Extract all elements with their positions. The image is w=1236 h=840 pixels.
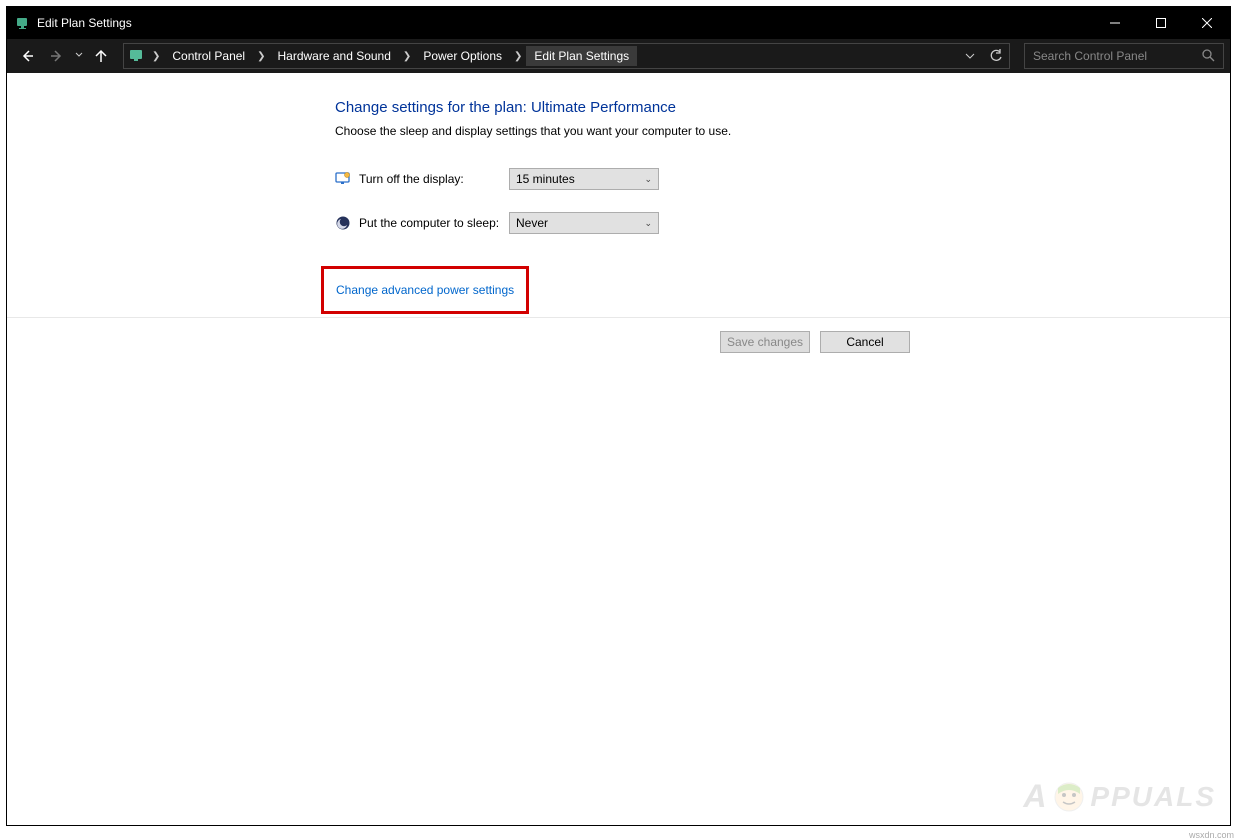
recent-locations-dropdown[interactable]: [73, 51, 85, 62]
maximize-button[interactable]: [1138, 7, 1184, 39]
turn-off-display-dropdown[interactable]: 15 minutes ⌄: [509, 168, 659, 190]
maximize-icon: [1156, 18, 1166, 28]
up-button[interactable]: [87, 42, 115, 70]
cancel-button[interactable]: Cancel: [820, 331, 910, 353]
refresh-button[interactable]: [983, 44, 1009, 68]
page-subtext: Choose the sleep and display settings th…: [335, 124, 1230, 138]
change-advanced-power-settings-link[interactable]: Change advanced power settings: [336, 283, 514, 297]
breadcrumb-edit-plan-settings[interactable]: Edit Plan Settings: [526, 46, 637, 66]
minimize-icon: [1110, 18, 1120, 28]
put-to-sleep-label: Put the computer to sleep:: [359, 216, 509, 230]
chevron-down-icon: ⌄: [644, 174, 652, 185]
search-icon: [1201, 48, 1215, 65]
content-area: Change settings for the plan: Ultimate P…: [7, 73, 1230, 825]
navbar: ❯ Control Panel ❯ Hardware and Sound ❯ P…: [7, 39, 1230, 73]
page-heading: Change settings for the plan: Ultimate P…: [335, 99, 1230, 116]
breadcrumb-hardware-sound[interactable]: Hardware and Sound: [270, 46, 399, 66]
attribution: wsxdn.com: [1189, 830, 1234, 840]
back-button[interactable]: [13, 42, 41, 70]
watermark-logo-a: A: [1023, 778, 1048, 815]
turn-off-display-label: Turn off the display:: [359, 172, 509, 186]
watermark-face-icon: [1052, 780, 1086, 814]
turn-off-display-row: Turn off the display: 15 minutes ⌄: [335, 168, 1230, 190]
search-input[interactable]: [1033, 49, 1201, 63]
control-panel-icon: [128, 47, 146, 65]
breadcrumb-chevron[interactable]: ❯: [253, 51, 269, 62]
arrow-right-icon: [49, 48, 65, 64]
dropdown-value: Never: [516, 216, 548, 230]
advanced-settings-highlight: Change advanced power settings: [321, 266, 529, 314]
arrow-up-icon: [93, 48, 109, 64]
window-title: Edit Plan Settings: [37, 16, 132, 30]
forward-button[interactable]: [43, 42, 71, 70]
address-bar[interactable]: ❯ Control Panel ❯ Hardware and Sound ❯ P…: [123, 43, 1010, 69]
divider: [7, 317, 1230, 318]
address-dropdown[interactable]: [957, 44, 983, 68]
minimize-button[interactable]: [1092, 7, 1138, 39]
watermark: A PPUALS: [1023, 778, 1216, 815]
chevron-down-icon: [965, 51, 975, 61]
chevron-down-icon: ⌄: [644, 218, 652, 229]
save-changes-button: Save changes: [720, 331, 810, 353]
search-box[interactable]: [1024, 43, 1224, 69]
chevron-down-icon: [75, 51, 83, 59]
put-to-sleep-dropdown[interactable]: Never ⌄: [509, 212, 659, 234]
put-to-sleep-row: Put the computer to sleep: Never ⌄: [335, 212, 1230, 234]
app-icon: [15, 15, 31, 31]
breadcrumb-chevron[interactable]: ❯: [399, 51, 415, 62]
dropdown-value: 15 minutes: [516, 172, 575, 186]
sleep-icon: [335, 215, 351, 231]
titlebar: Edit Plan Settings: [7, 7, 1230, 39]
close-icon: [1202, 18, 1212, 28]
display-icon: [335, 171, 351, 187]
breadcrumb-power-options[interactable]: Power Options: [415, 46, 510, 66]
button-row: Save changes Cancel: [7, 331, 910, 353]
breadcrumb-chevron[interactable]: ❯: [148, 51, 164, 62]
breadcrumb-chevron[interactable]: ❯: [510, 51, 526, 62]
breadcrumb-control-panel[interactable]: Control Panel: [164, 46, 253, 66]
close-button[interactable]: [1184, 7, 1230, 39]
arrow-left-icon: [19, 48, 35, 64]
watermark-text: PPUALS: [1090, 781, 1216, 813]
refresh-icon: [989, 49, 1003, 63]
